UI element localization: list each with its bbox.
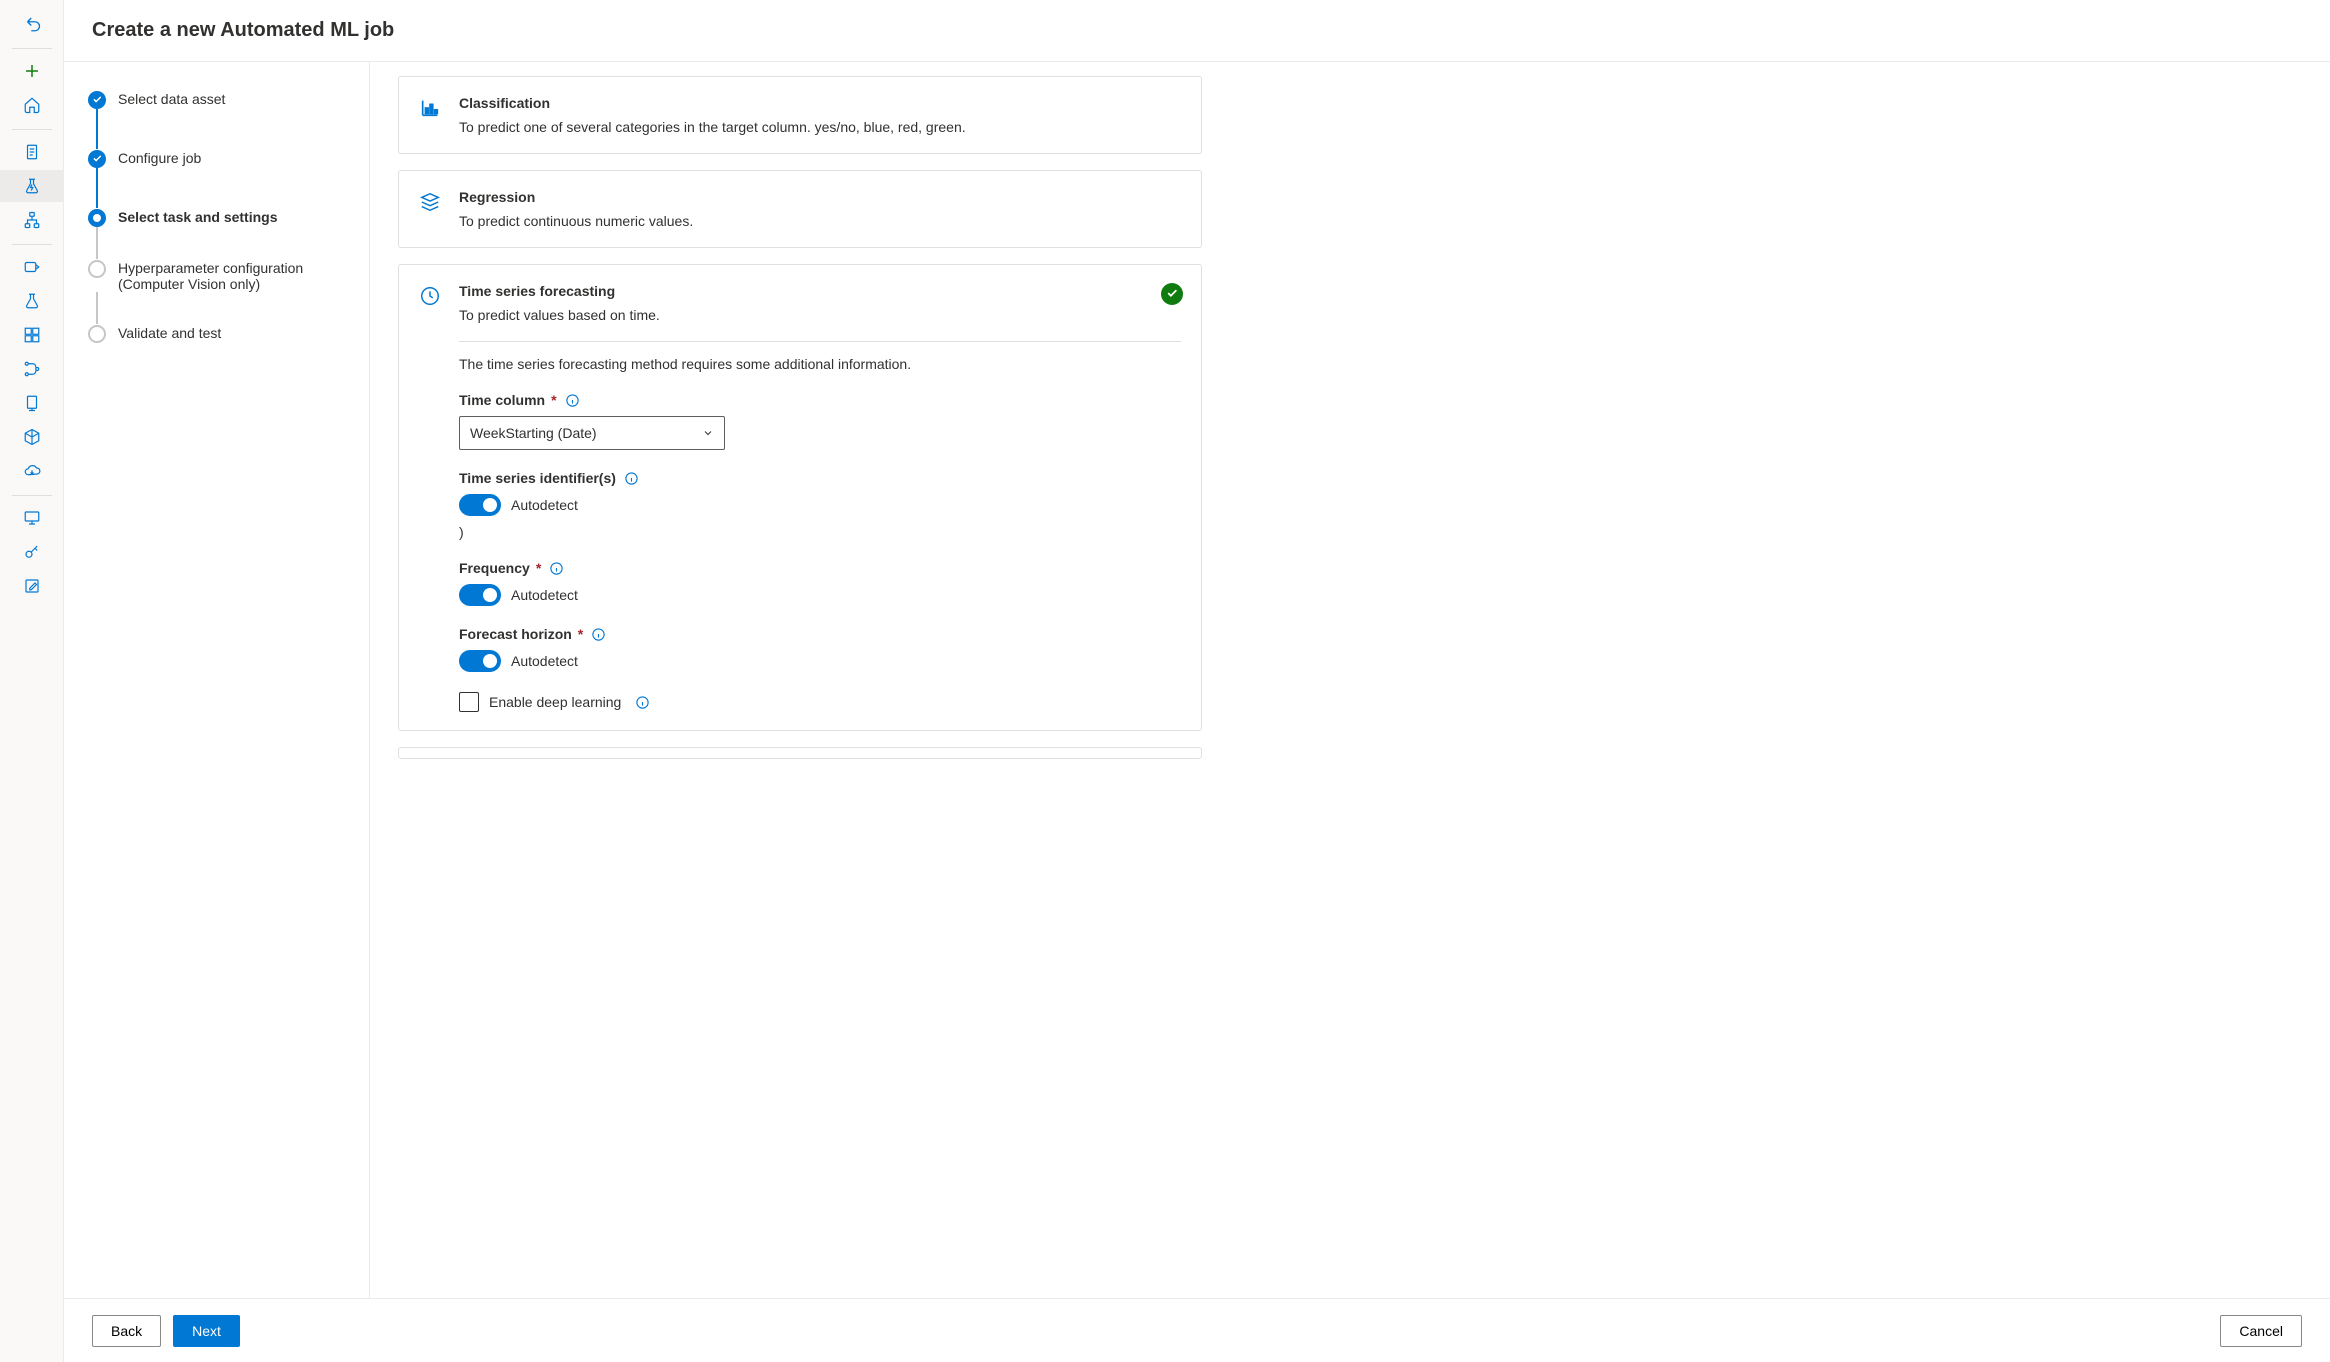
step-pending-icon — [88, 260, 106, 278]
nav-edit[interactable] — [0, 570, 64, 602]
step-configure-job[interactable]: Configure job — [88, 149, 345, 168]
nav-flow[interactable] — [0, 353, 64, 385]
server-icon — [23, 394, 41, 412]
layers-icon — [419, 191, 441, 213]
task-card-next-partial[interactable] — [398, 747, 1202, 759]
edit-icon — [23, 577, 41, 595]
frequency-toggle[interactable] — [459, 584, 501, 606]
flow-icon — [23, 360, 41, 378]
horizon-toggle[interactable] — [459, 650, 501, 672]
toggle-label: Autodetect — [511, 587, 578, 603]
step-pending-icon — [88, 325, 106, 343]
stray-text: ) — [459, 524, 1181, 540]
card-title: Classification — [459, 95, 1181, 111]
flask-icon — [23, 292, 41, 310]
info-icon[interactable] — [624, 471, 639, 486]
toggle-label: Autodetect — [511, 653, 578, 669]
wizard-footer: Back Next Cancel — [64, 1298, 2330, 1362]
page-title: Create a new Automated ML job — [92, 19, 394, 42]
info-icon[interactable] — [565, 393, 580, 408]
info-icon[interactable] — [591, 627, 606, 642]
step-current-icon — [88, 209, 106, 227]
clock-icon — [419, 285, 441, 307]
nav-home[interactable] — [0, 89, 64, 121]
monitor-icon — [23, 509, 41, 527]
cancel-button[interactable]: Cancel — [2220, 1315, 2302, 1347]
step-hyperparameter[interactable]: Hyperparameter configuration (Computer V… — [88, 259, 345, 292]
wizard-steps: Select data asset Configure job Select t… — [64, 62, 370, 1298]
chevron-down-icon — [702, 427, 714, 439]
task-card-forecasting[interactable]: Time series forecasting To predict value… — [398, 264, 1202, 731]
hierarchy-icon — [23, 211, 41, 229]
nav-endpoints[interactable] — [0, 455, 64, 487]
home-icon — [23, 96, 41, 114]
data-icon — [23, 258, 41, 276]
nav-new[interactable] — [0, 55, 64, 87]
horizon-label: Forecast horizon* — [459, 626, 606, 642]
next-button[interactable]: Next — [173, 1315, 240, 1347]
card-desc: To predict continuous numeric values. — [459, 213, 1181, 229]
toggle-label: Autodetect — [511, 497, 578, 513]
task-card-regression[interactable]: Regression To predict continuous numeric… — [398, 170, 1202, 248]
cube-icon — [23, 428, 41, 446]
plus-icon — [23, 62, 41, 80]
nav-models[interactable] — [0, 421, 64, 453]
step-done-icon — [88, 91, 106, 109]
nav-data[interactable] — [0, 251, 64, 283]
nav-notebooks[interactable] — [0, 136, 64, 168]
barchart-icon — [419, 97, 441, 119]
key-icon — [23, 543, 41, 561]
nav-compute[interactable] — [0, 387, 64, 419]
undo-icon — [23, 15, 41, 33]
ts-identifier-label: Time series identifier(s) — [459, 470, 639, 486]
selected-check-icon — [1161, 283, 1183, 305]
time-column-label: Time column* — [459, 392, 580, 408]
info-icon[interactable] — [635, 695, 650, 710]
time-column-select[interactable]: WeekStarting (Date) — [459, 416, 725, 450]
nav-automl[interactable] — [0, 170, 64, 202]
step-select-data-asset[interactable]: Select data asset — [88, 90, 345, 109]
step-done-icon — [88, 150, 106, 168]
cloud-icon — [23, 462, 41, 480]
card-info: The time series forecasting method requi… — [459, 356, 1181, 372]
task-card-classification[interactable]: Classification To predict one of several… — [398, 76, 1202, 154]
nav-jobs[interactable] — [0, 285, 64, 317]
step-select-task[interactable]: Select task and settings — [88, 208, 345, 227]
page-header: Create a new Automated ML job — [64, 0, 2330, 62]
nav-sidebar — [0, 0, 64, 1362]
nav-components[interactable] — [0, 319, 64, 351]
content-scroll[interactable]: Classification To predict one of several… — [370, 62, 2330, 1298]
card-desc: To predict one of several categories in … — [459, 119, 1181, 135]
flask-bolt-icon — [23, 177, 41, 195]
back-button[interactable]: Back — [92, 1315, 161, 1347]
nav-monitor[interactable] — [0, 502, 64, 534]
info-icon[interactable] — [549, 561, 564, 576]
nav-back[interactable] — [0, 8, 64, 40]
card-desc: To predict values based on time. — [459, 307, 1181, 323]
card-title: Time series forecasting — [459, 283, 1181, 299]
grid-icon — [23, 326, 41, 344]
clipboard-icon — [23, 143, 41, 161]
deep-learning-checkbox[interactable] — [459, 692, 479, 712]
nav-key[interactable] — [0, 536, 64, 568]
ts-identifier-toggle[interactable] — [459, 494, 501, 516]
nav-pipelines[interactable] — [0, 204, 64, 236]
deep-learning-label: Enable deep learning — [489, 694, 621, 710]
frequency-label: Frequency* — [459, 560, 564, 576]
step-validate-test[interactable]: Validate and test — [88, 324, 345, 343]
card-title: Regression — [459, 189, 1181, 205]
